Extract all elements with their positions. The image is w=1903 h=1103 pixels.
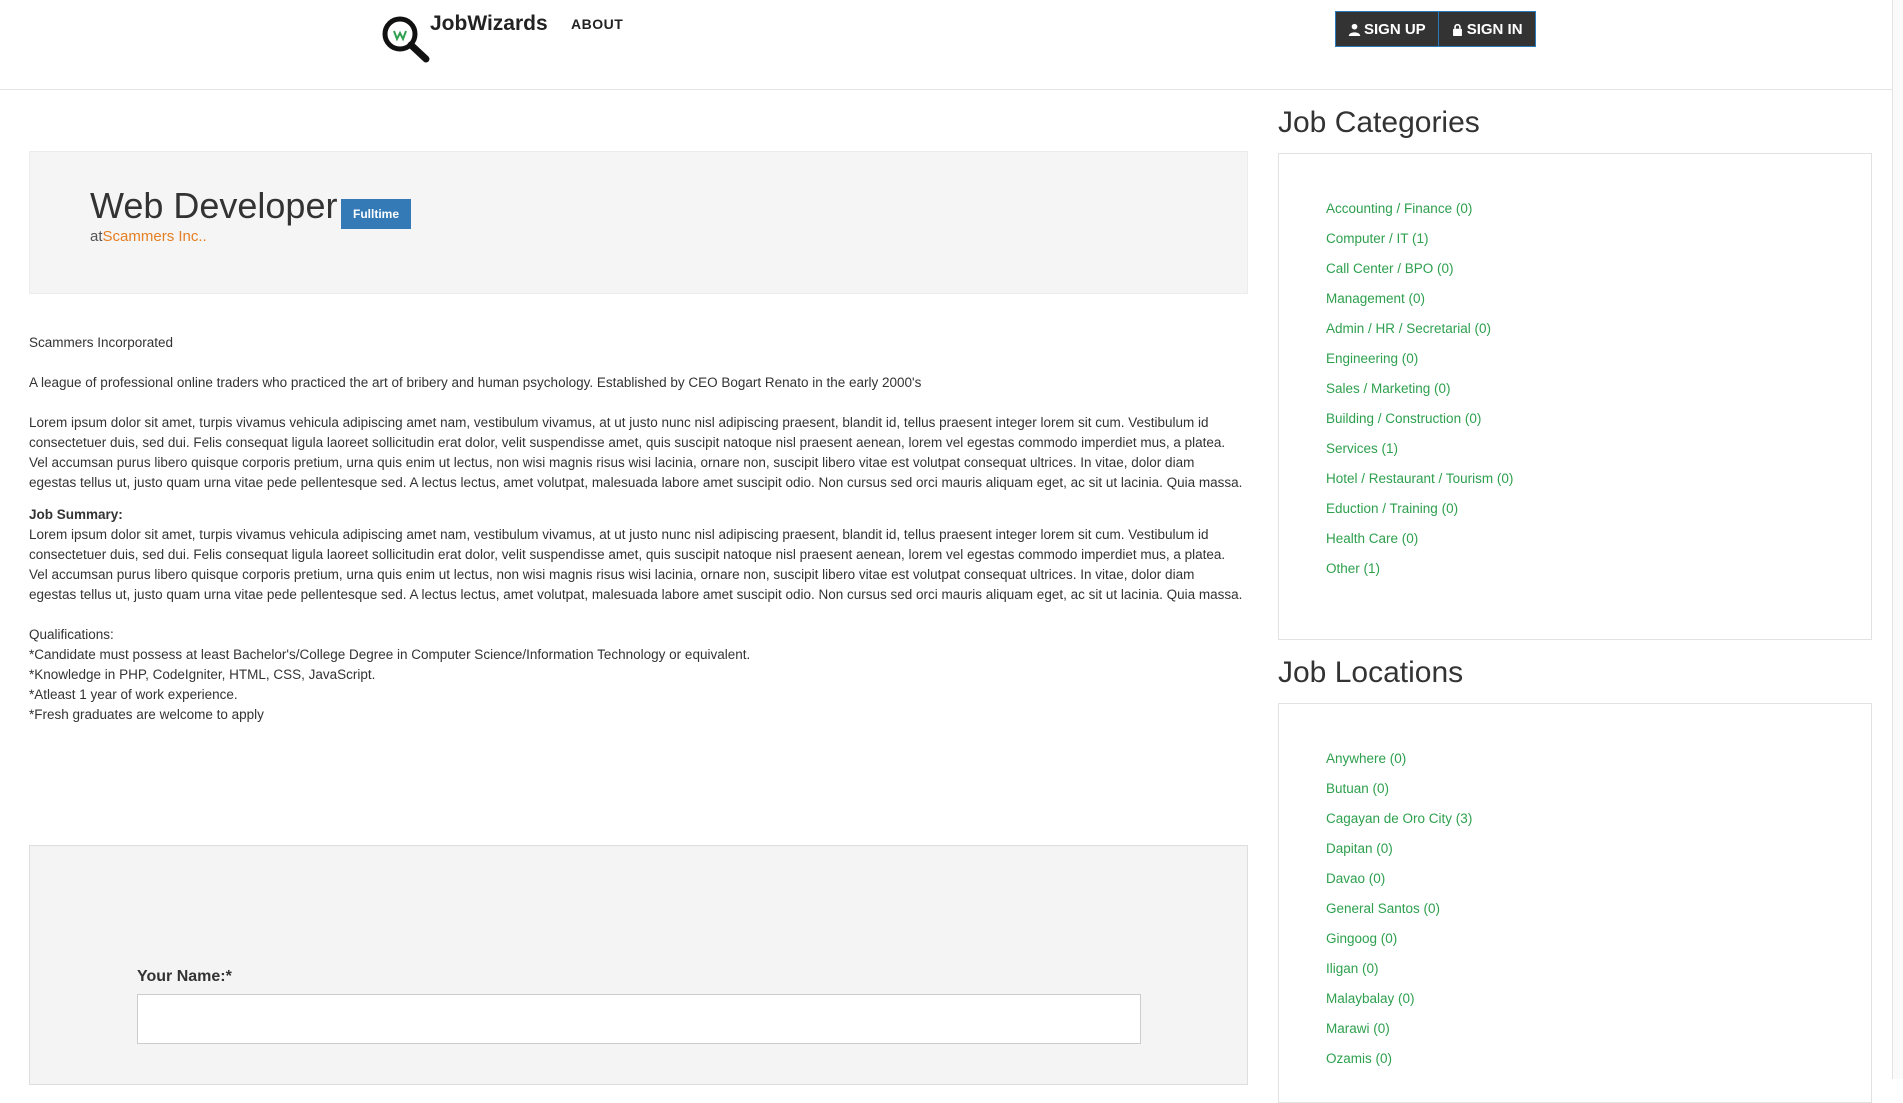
job-type-badge: Fulltime bbox=[341, 199, 412, 229]
job-categories-list: Accounting / Finance (0) Computer / IT (… bbox=[1326, 201, 1513, 591]
category-link[interactable]: Admin / HR / Secretarial (0) bbox=[1326, 321, 1491, 336]
category-item: Engineering (0) bbox=[1326, 351, 1513, 381]
qualifications-label: Qualifications: bbox=[29, 627, 114, 642]
category-link[interactable]: Eduction / Training (0) bbox=[1326, 501, 1458, 516]
category-link[interactable]: Health Care (0) bbox=[1326, 531, 1418, 546]
lock-icon bbox=[1452, 23, 1462, 36]
location-link[interactable]: Malaybalay (0) bbox=[1326, 991, 1415, 1006]
category-item: Call Center / BPO (0) bbox=[1326, 261, 1513, 291]
category-item: Services (1) bbox=[1326, 441, 1513, 471]
location-link[interactable]: Marawi (0) bbox=[1326, 1021, 1390, 1036]
user-icon bbox=[1348, 23, 1361, 36]
qualification-item: *Knowledge in PHP, CodeIgniter, HTML, CS… bbox=[29, 667, 376, 682]
qualification-item: *Atleast 1 year of work experience. bbox=[29, 687, 238, 702]
location-item: Marawi (0) bbox=[1326, 1021, 1472, 1051]
location-item: Cagayan de Oro City (3) bbox=[1326, 811, 1472, 841]
category-item: Management (0) bbox=[1326, 291, 1513, 321]
category-link[interactable]: Other (1) bbox=[1326, 561, 1380, 576]
job-locations-panel: Anywhere (0) Butuan (0) Cagayan de Oro C… bbox=[1278, 703, 1872, 1103]
location-link[interactable]: Anywhere (0) bbox=[1326, 751, 1406, 766]
location-link[interactable]: Butuan (0) bbox=[1326, 781, 1389, 796]
sign-in-label: SIGN IN bbox=[1466, 20, 1523, 38]
sign-up-button[interactable]: SIGN UP bbox=[1336, 12, 1438, 46]
category-link[interactable]: Computer / IT (1) bbox=[1326, 231, 1429, 246]
category-link[interactable]: Services (1) bbox=[1326, 441, 1398, 456]
category-item: Sales / Marketing (0) bbox=[1326, 381, 1513, 411]
job-summary-text: Lorem ipsum dolor sit amet, turpis vivam… bbox=[29, 527, 1243, 602]
brand-name[interactable]: JobWizards bbox=[430, 12, 548, 36]
location-link[interactable]: Cagayan de Oro City (3) bbox=[1326, 811, 1472, 826]
category-link[interactable]: Hotel / Restaurant / Tourism (0) bbox=[1326, 471, 1513, 486]
category-item: Hotel / Restaurant / Tourism (0) bbox=[1326, 471, 1513, 501]
category-link[interactable]: Accounting / Finance (0) bbox=[1326, 201, 1472, 216]
location-link[interactable]: Ozamis (0) bbox=[1326, 1051, 1392, 1066]
location-link[interactable]: Davao (0) bbox=[1326, 871, 1385, 886]
sign-up-label: SIGN UP bbox=[1364, 20, 1426, 38]
sign-in-button[interactable]: SIGN IN bbox=[1437, 12, 1535, 46]
location-item: General Santos (0) bbox=[1326, 901, 1472, 931]
name-input[interactable] bbox=[137, 994, 1141, 1044]
location-item: Malaybalay (0) bbox=[1326, 991, 1472, 1021]
company-description: A league of professional online traders … bbox=[29, 375, 922, 390]
job-locations-title: Job Locations bbox=[1278, 656, 1464, 689]
location-item: Anywhere (0) bbox=[1326, 751, 1472, 781]
category-item: Admin / HR / Secretarial (0) bbox=[1326, 321, 1513, 351]
job-company-line: atScammers Inc.. bbox=[90, 228, 207, 245]
category-item: Building / Construction (0) bbox=[1326, 411, 1513, 441]
location-item: Gingoog (0) bbox=[1326, 931, 1472, 961]
page-scrollbar[interactable] bbox=[1892, 0, 1903, 1079]
category-link[interactable]: Management (0) bbox=[1326, 291, 1425, 306]
category-item: Computer / IT (1) bbox=[1326, 231, 1513, 261]
location-item: Davao (0) bbox=[1326, 871, 1472, 901]
category-link[interactable]: Engineering (0) bbox=[1326, 351, 1418, 366]
job-description: Scammers Incorporated A league of profes… bbox=[29, 333, 1244, 725]
magnifier-logo-icon[interactable] bbox=[380, 14, 432, 64]
location-item: Dapitan (0) bbox=[1326, 841, 1472, 871]
job-locations-list: Anywhere (0) Butuan (0) Cagayan de Oro C… bbox=[1326, 751, 1472, 1081]
category-item: Other (1) bbox=[1326, 561, 1513, 591]
auth-buttons: SIGN UP SIGN IN bbox=[1335, 11, 1536, 47]
location-link[interactable]: Dapitan (0) bbox=[1326, 841, 1393, 856]
location-item: Butuan (0) bbox=[1326, 781, 1472, 811]
category-link[interactable]: Building / Construction (0) bbox=[1326, 411, 1481, 426]
qualification-item: *Candidate must possess at least Bachelo… bbox=[29, 647, 751, 662]
location-item: Ozamis (0) bbox=[1326, 1051, 1472, 1081]
category-item: Accounting / Finance (0) bbox=[1326, 201, 1513, 231]
category-link[interactable]: Call Center / BPO (0) bbox=[1326, 261, 1454, 276]
name-label: Your Name:* bbox=[137, 968, 232, 985]
job-categories-title: Job Categories bbox=[1278, 106, 1480, 139]
job-header: Web Developer Fulltime atScammers Inc.. bbox=[29, 151, 1248, 294]
company-name: Scammers Incorporated bbox=[29, 335, 174, 350]
job-categories-panel: Accounting / Finance (0) Computer / IT (… bbox=[1278, 153, 1872, 640]
location-item: Iligan (0) bbox=[1326, 961, 1472, 991]
category-item: Eduction / Training (0) bbox=[1326, 501, 1513, 531]
qualification-item: *Fresh graduates are welcome to apply bbox=[29, 707, 264, 722]
location-link[interactable]: Gingoog (0) bbox=[1326, 931, 1397, 946]
category-item: Health Care (0) bbox=[1326, 531, 1513, 561]
location-link[interactable]: General Santos (0) bbox=[1326, 901, 1440, 916]
company-link[interactable]: Scammers Inc.. bbox=[103, 228, 207, 245]
site-header: JobWizards ABOUT SIGN UP SIGN IN bbox=[0, 0, 1903, 90]
nav-about-link[interactable]: ABOUT bbox=[571, 16, 623, 32]
job-details: Lorem ipsum dolor sit amet, turpis vivam… bbox=[29, 415, 1243, 490]
at-prefix: at bbox=[90, 228, 103, 245]
job-title: Web Developer bbox=[90, 185, 338, 226]
location-link[interactable]: Iligan (0) bbox=[1326, 961, 1379, 976]
job-summary-label: Job Summary: bbox=[29, 507, 123, 522]
category-link[interactable]: Sales / Marketing (0) bbox=[1326, 381, 1451, 396]
application-form: Your Name:* bbox=[29, 845, 1248, 1085]
